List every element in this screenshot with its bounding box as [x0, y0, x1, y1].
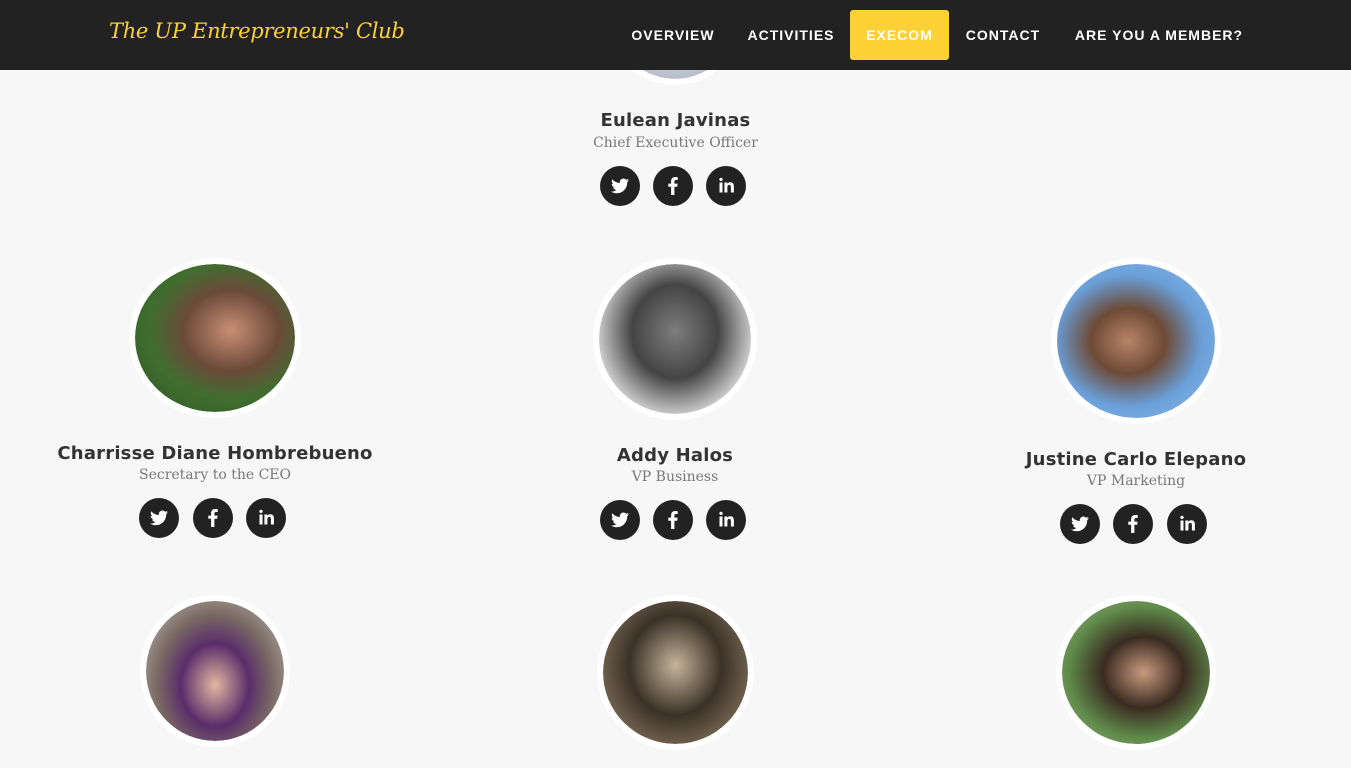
member-name: Justine Carlo Elepano	[1025, 449, 1247, 470]
navbar: The UP Entrepreneurs' Club OVERVIEW ACTI…	[0, 0, 1351, 70]
linkedin-icon	[259, 509, 274, 525]
linkedin-link[interactable]	[1167, 504, 1207, 544]
twitter-icon	[611, 512, 629, 528]
nav-contact[interactable]: CONTACT	[949, 10, 1057, 60]
twitter-link[interactable]	[1060, 504, 1100, 544]
member-photo	[1056, 595, 1216, 750]
linkedin-icon	[719, 511, 734, 527]
linkedin-link[interactable]	[706, 166, 746, 206]
member-photo	[129, 258, 301, 418]
member-photo	[1051, 258, 1221, 424]
nav-activities[interactable]: ACTIVITIES	[732, 10, 850, 60]
member-photo	[140, 595, 290, 747]
facebook-icon	[1128, 515, 1138, 533]
linkedin-icon	[719, 177, 734, 193]
nav-overview[interactable]: OVERVIEW	[614, 10, 732, 60]
member-role: Secretary to the CEO	[138, 467, 291, 483]
member-role: VP Marketing	[1086, 473, 1186, 489]
twitter-link[interactable]	[139, 498, 179, 538]
member-role: VP Business	[631, 469, 719, 485]
brand-logo[interactable]: The UP Entrepreneurs' Club	[109, 19, 405, 43]
member-role: Chief Executive Officer	[593, 135, 758, 151]
twitter-link[interactable]	[600, 500, 640, 540]
member-photo	[597, 595, 754, 750]
facebook-link[interactable]	[193, 498, 233, 538]
member-name: Charrisse Diane Hombrebueno	[57, 443, 373, 464]
twitter-icon	[611, 178, 629, 194]
linkedin-link[interactable]	[246, 498, 286, 538]
member-photo	[593, 258, 757, 420]
member-name: Eulean Javinas	[600, 110, 751, 131]
facebook-icon	[668, 511, 678, 529]
facebook-icon	[668, 177, 678, 195]
facebook-icon	[208, 509, 218, 527]
nav-are-you-a-member[interactable]: ARE YOU A MEMBER?	[1057, 10, 1261, 60]
nav-execom[interactable]: EXECOM	[850, 10, 949, 60]
twitter-icon	[1071, 516, 1089, 532]
facebook-link[interactable]	[653, 166, 693, 206]
facebook-link[interactable]	[653, 500, 693, 540]
linkedin-icon	[1180, 515, 1195, 531]
linkedin-link[interactable]	[706, 500, 746, 540]
twitter-icon	[150, 510, 168, 526]
member-name: Addy Halos	[616, 445, 734, 466]
facebook-link[interactable]	[1113, 504, 1153, 544]
twitter-link[interactable]	[600, 166, 640, 206]
